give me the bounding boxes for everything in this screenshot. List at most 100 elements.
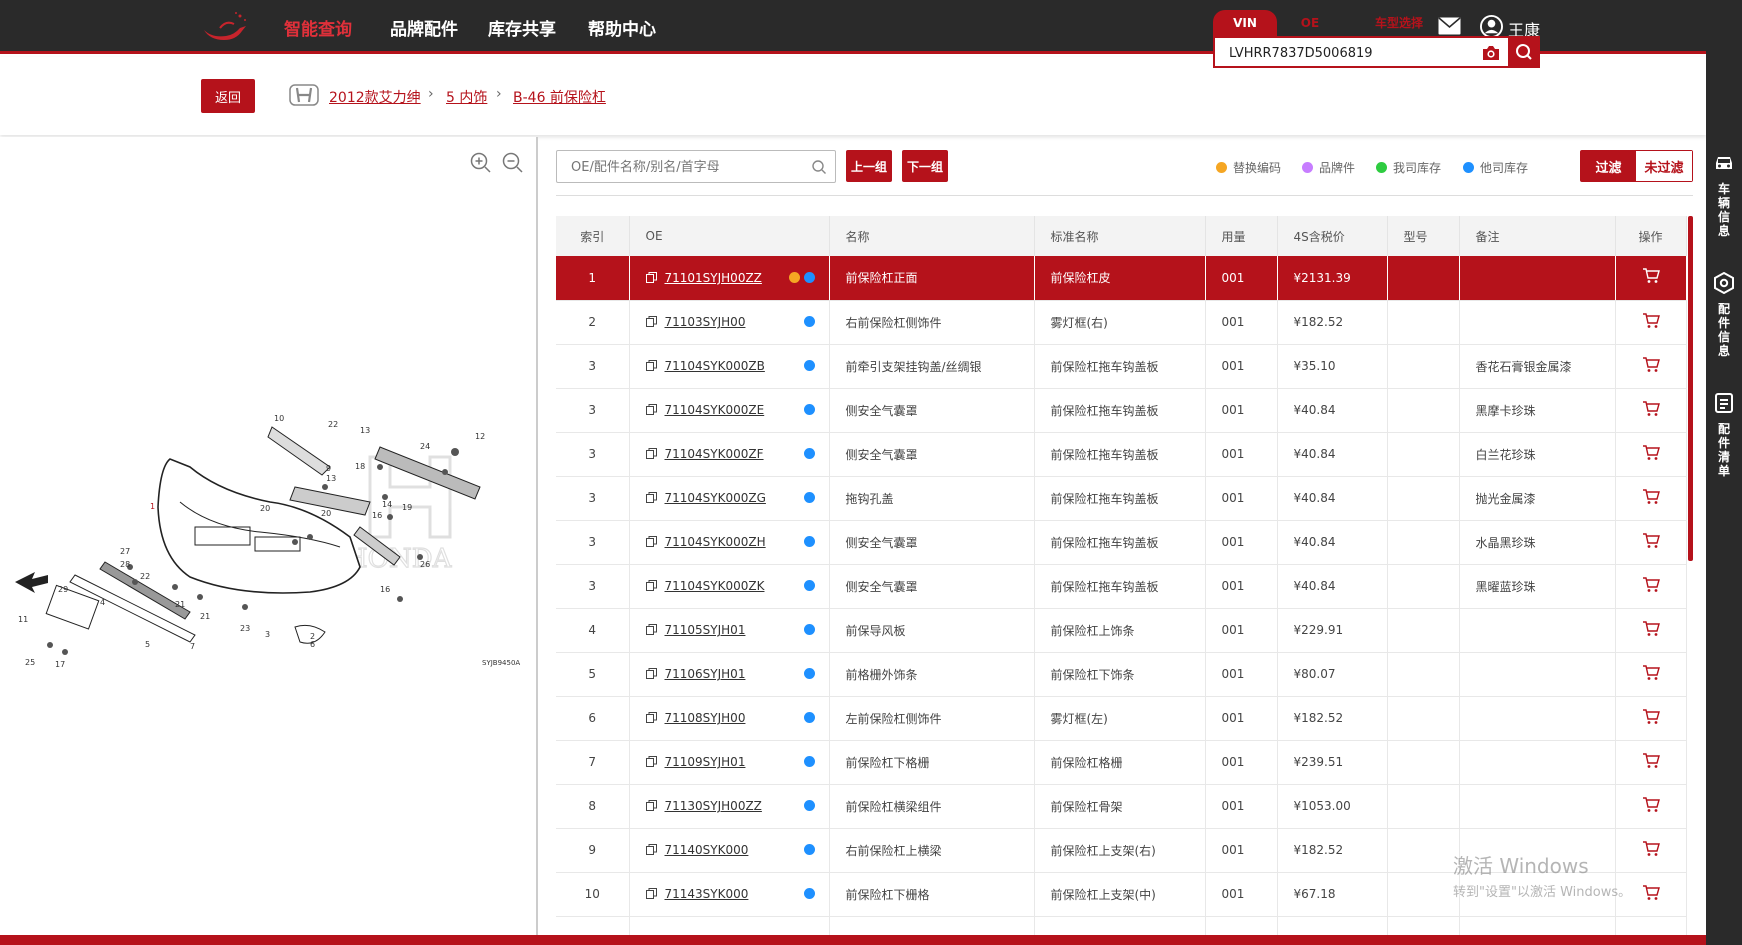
sidebar-vehicle-info[interactable]: 车辆信息 bbox=[1706, 152, 1742, 238]
copy-icon[interactable] bbox=[645, 492, 657, 503]
table-row[interactable]: 4 71105SYJH01 前保导风板 前保险杠上饰条 001 ¥229.91 bbox=[556, 608, 1687, 653]
stock-dot-icon bbox=[803, 624, 815, 635]
copy-icon[interactable] bbox=[645, 271, 657, 283]
copy-icon[interactable] bbox=[645, 844, 657, 855]
cart-icon[interactable] bbox=[1642, 796, 1660, 813]
nav-inventory-share[interactable]: 库存共享 bbox=[488, 15, 556, 40]
cart-icon[interactable] bbox=[1642, 840, 1660, 857]
breadcrumb-category[interactable]: 5 内饰 bbox=[446, 87, 487, 107]
cart-icon[interactable] bbox=[1642, 708, 1660, 725]
cart-icon[interactable] bbox=[1642, 576, 1660, 593]
prev-group-button[interactable]: 上一组 bbox=[846, 150, 892, 182]
col-note[interactable]: 备注 bbox=[1459, 216, 1616, 256]
tab-oe[interactable]: OE bbox=[1295, 10, 1325, 36]
oe-link[interactable]: 71130SYJH00ZZ bbox=[665, 799, 762, 813]
copy-icon[interactable] bbox=[645, 404, 657, 415]
oe-link[interactable]: 71104SYK000ZB bbox=[665, 359, 765, 373]
oe-link[interactable]: 71104SYK000ZE bbox=[665, 403, 765, 417]
col-std-name[interactable]: 标准名称 bbox=[1034, 216, 1206, 256]
copy-icon[interactable] bbox=[645, 668, 657, 679]
copy-icon[interactable] bbox=[645, 756, 657, 767]
zoom-out-icon[interactable] bbox=[502, 152, 524, 174]
table-row[interactable]: 3 71104SYK000ZH 侧安全气囊罩 前保险杠拖车钩盖板 001 ¥40.84 水晶… bbox=[556, 520, 1687, 565]
parts-exploded-diagram[interactable]: HONDA 10221312 2491318 1914 bbox=[10, 407, 525, 672]
cart-icon[interactable] bbox=[1642, 884, 1660, 901]
back-button[interactable]: 返回 bbox=[201, 79, 255, 113]
copy-icon[interactable] bbox=[645, 580, 657, 591]
oe-link[interactable]: 71104SYK000ZH bbox=[665, 535, 766, 549]
sidebar-part-list[interactable]: 配件清单 bbox=[1706, 392, 1742, 478]
oe-link[interactable]: 71101SYJH00ZZ bbox=[665, 271, 762, 285]
oe-link[interactable]: 71143SYK000 bbox=[665, 887, 749, 901]
table-row[interactable]: 3 71104SYK000ZE 侧安全气囊罩 前保险杠拖车钩盖板 001 ¥40.84 黑摩… bbox=[556, 388, 1687, 433]
cart-icon[interactable] bbox=[1642, 620, 1660, 637]
next-group-button[interactable]: 下一组 bbox=[902, 150, 948, 182]
oe-link[interactable]: 71103SYJH00 bbox=[665, 315, 746, 329]
cart-icon[interactable] bbox=[1642, 488, 1660, 505]
col-name[interactable]: 名称 bbox=[829, 216, 1035, 256]
oe-link[interactable]: 71104SYK000ZK bbox=[665, 579, 765, 593]
oe-link[interactable]: 71104SYK000ZF bbox=[665, 447, 764, 461]
table-row[interactable]: 3 71104SYK000ZB 前牵引支架挂钩盖/丝绸银 前保险杠拖车钩盖板 001 ¥3… bbox=[556, 344, 1687, 389]
tab-vin[interactable]: VIN bbox=[1213, 10, 1277, 36]
breadcrumb-group[interactable]: B-46 前保险杠 bbox=[513, 87, 606, 107]
table-row[interactable]: 3 71104SYK000ZK 侧安全气囊罩 前保险杠拖车钩盖板 001 ¥40.84 黑曜… bbox=[556, 564, 1687, 609]
breadcrumb-model[interactable]: 2012款艾力绅 bbox=[329, 87, 421, 107]
part-search-input[interactable] bbox=[571, 158, 801, 176]
copy-icon[interactable] bbox=[645, 536, 657, 547]
copy-icon[interactable] bbox=[645, 448, 657, 459]
cart-icon[interactable] bbox=[1642, 400, 1660, 417]
table-row[interactable]: 8 71130SYJH00ZZ 前保险杠横梁组件 前保险杠骨架 001 ¥1053.00 bbox=[556, 784, 1687, 829]
nav-smart-query[interactable]: 智能查询 bbox=[284, 15, 352, 40]
col-oe[interactable]: OE bbox=[629, 216, 830, 256]
cart-icon[interactable] bbox=[1642, 752, 1660, 769]
oe-link[interactable]: 71106SYJH01 bbox=[665, 667, 746, 681]
cart-icon[interactable] bbox=[1642, 532, 1660, 549]
filter-button[interactable]: 过滤 bbox=[1581, 151, 1636, 181]
nav-brand-parts[interactable]: 品牌配件 bbox=[390, 15, 458, 40]
cart-icon[interactable] bbox=[1642, 312, 1660, 329]
table-row[interactable]: 2 71103SYJH00 右前保险杠侧饰件 雾灯框(右) 001 ¥182.52 bbox=[556, 300, 1687, 345]
mail-icon[interactable] bbox=[1438, 17, 1461, 35]
nav-help-center[interactable]: 帮助中心 bbox=[588, 15, 656, 40]
vin-search-button[interactable] bbox=[1508, 36, 1540, 68]
col-index[interactable]: 索引 bbox=[556, 216, 630, 256]
table-row[interactable]: 5 71106SYJH01 前格栅外饰条 前保险杠下饰条 001 ¥80.07 bbox=[556, 652, 1687, 697]
oe-link[interactable]: 71140SYK000 bbox=[665, 843, 749, 857]
vin-input[interactable] bbox=[1229, 44, 1469, 62]
table-row[interactable]: 6 71108SYJH00 左前保险杠侧饰件 雾灯框(左) 001 ¥182.52 bbox=[556, 696, 1687, 741]
copy-icon[interactable] bbox=[645, 360, 657, 371]
user-avatar-icon[interactable] bbox=[1480, 15, 1503, 38]
tab-model-select[interactable]: 车型选择 bbox=[1369, 10, 1429, 36]
lamp-logo-icon[interactable] bbox=[200, 10, 250, 42]
oe-link[interactable]: 71105SYJH01 bbox=[665, 623, 746, 637]
table-row[interactable]: 7 71109SYJH01 前保险杠下格栅 前保险杠格栅 001 ¥239.51 bbox=[556, 740, 1687, 785]
copy-icon[interactable] bbox=[645, 624, 657, 635]
table-row[interactable]: 3 71104SYK000ZG 拖钩孔盖 前保险杠拖车钩盖板 001 ¥40.84 抛光金属… bbox=[556, 476, 1687, 521]
cart-icon[interactable] bbox=[1642, 444, 1660, 461]
cart-icon[interactable] bbox=[1642, 664, 1660, 681]
table-row[interactable] bbox=[556, 916, 1687, 936]
copy-icon[interactable] bbox=[645, 888, 657, 899]
cell-std-name: 前保险杠下饰条 bbox=[1034, 652, 1206, 697]
oe-link[interactable]: 71108SYJH00 bbox=[665, 711, 746, 725]
camera-icon[interactable] bbox=[1481, 44, 1501, 62]
copy-icon[interactable] bbox=[645, 316, 657, 327]
cart-icon[interactable] bbox=[1642, 268, 1660, 284]
copy-icon[interactable] bbox=[645, 712, 657, 723]
copy-icon[interactable] bbox=[645, 800, 657, 811]
col-price[interactable]: 4S含税价 bbox=[1277, 216, 1388, 256]
cell-name: 前牵引支架挂钩盖/丝绸银 bbox=[829, 344, 1035, 389]
search-icon[interactable] bbox=[811, 159, 827, 175]
cart-icon[interactable] bbox=[1642, 356, 1660, 373]
oe-link[interactable]: 71109SYJH01 bbox=[665, 755, 746, 769]
table-scrollbar[interactable] bbox=[1688, 216, 1693, 561]
col-qty[interactable]: 用量 bbox=[1205, 216, 1278, 256]
zoom-in-icon[interactable] bbox=[470, 152, 492, 174]
no-filter-button[interactable]: 未过滤 bbox=[1636, 151, 1692, 181]
sidebar-part-info[interactable]: 配件信息 bbox=[1706, 271, 1742, 358]
oe-link[interactable]: 71104SYK000ZG bbox=[665, 491, 766, 505]
table-row[interactable]: 1 71101SYJH00ZZ 前保险杠正面 前保险杠皮 001 ¥2131.39 bbox=[556, 256, 1687, 301]
table-row[interactable]: 3 71104SYK000ZF 侧安全气囊罩 前保险杠拖车钩盖板 001 ¥40.84 白兰… bbox=[556, 432, 1687, 477]
col-model[interactable]: 型号 bbox=[1387, 216, 1460, 256]
